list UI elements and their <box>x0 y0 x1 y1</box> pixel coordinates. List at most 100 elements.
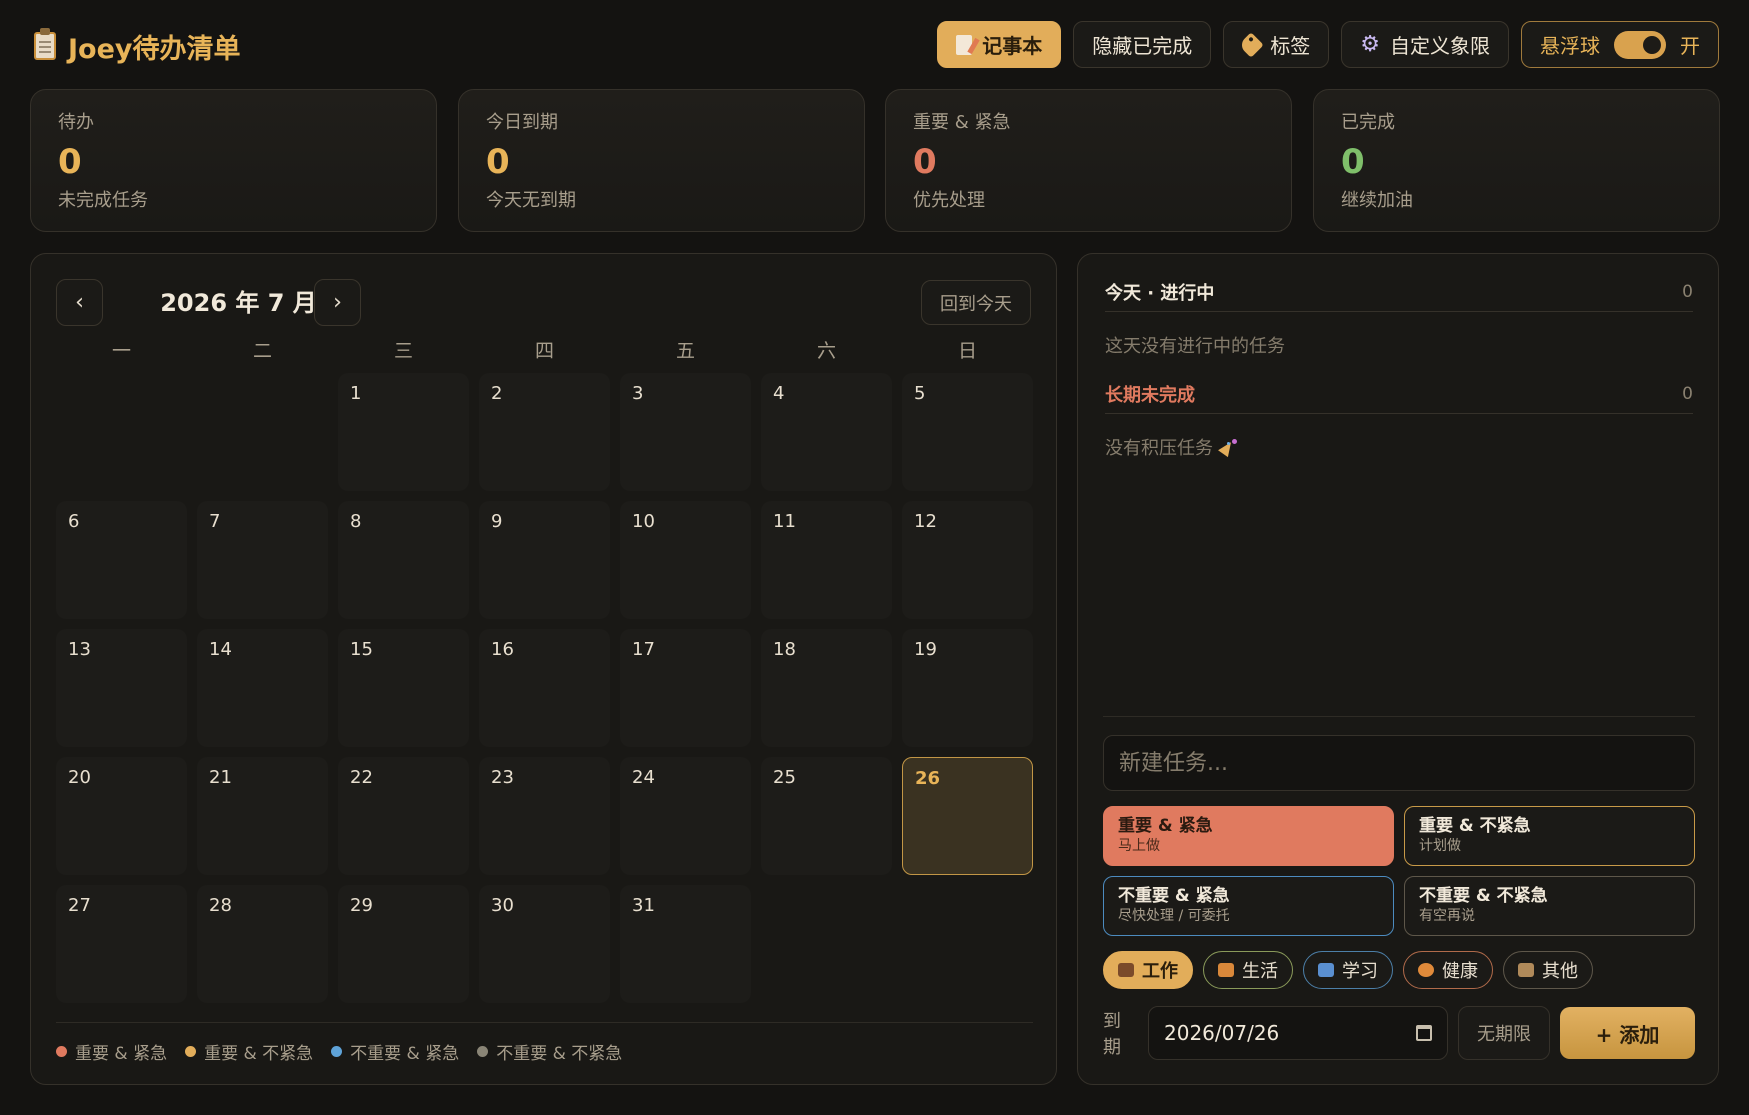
stat-label: 今日到期 <box>486 112 558 133</box>
day-cell[interactable]: 8 <box>338 501 469 619</box>
category-life[interactable]: 生活 <box>1203 951 1293 989</box>
new-task-input[interactable] <box>1103 735 1695 791</box>
day-cell[interactable]: 11 <box>761 501 892 619</box>
category-health[interactable]: 健康 <box>1403 951 1493 989</box>
day-cell[interactable]: 15 <box>338 629 469 747</box>
day-cell[interactable]: 28 <box>197 885 328 1003</box>
party-popper-icon <box>1221 439 1237 455</box>
running-icon <box>1418 963 1434 977</box>
day-cell[interactable]: 29 <box>338 885 469 1003</box>
day-cell[interactable]: 23 <box>479 757 610 875</box>
day-cell[interactable]: 12 <box>902 501 1033 619</box>
toggle-switch[interactable] <box>1614 30 1666 59</box>
day-cell[interactable]: 30 <box>479 885 610 1003</box>
due-date-input[interactable]: 2026/07/26 <box>1148 1006 1448 1060</box>
day-cell[interactable]: 21 <box>197 757 328 875</box>
day-cell[interactable]: 17 <box>620 629 751 747</box>
day-number: 27 <box>68 895 91 916</box>
quadrant-selector: 重要 & 紧急 马上做 重要 & 不紧急 计划做 不重要 & 紧急 尽快处理 /… <box>1103 806 1695 936</box>
stat-sub: 未完成任务 <box>58 190 148 211</box>
day-cell[interactable]: 1 <box>338 373 469 491</box>
calendar-icon[interactable] <box>1416 1025 1432 1041</box>
day-cell[interactable]: 6 <box>56 501 187 619</box>
day-cell[interactable]: 14 <box>197 629 328 747</box>
toggle-knob <box>1643 35 1661 54</box>
day-cell[interactable]: 22 <box>338 757 469 875</box>
quadrant-sub: 有空再说 <box>1419 908 1475 924</box>
category-other[interactable]: 其他 <box>1503 951 1593 989</box>
tag-icon <box>1238 31 1264 58</box>
day-number: 30 <box>491 895 514 916</box>
category-label: 其他 <box>1542 961 1578 982</box>
category-label: 学习 <box>1342 961 1378 982</box>
day-cell[interactable]: 31 <box>620 885 751 1003</box>
backlog-empty-message: 没有积压任务 <box>1105 434 1237 460</box>
quadrant-important-urgent[interactable]: 重要 & 紧急 马上做 <box>1103 806 1394 866</box>
task-panel: 今天 · 进行中 0 这天没有进行中的任务 长期未完成 0 没有积压任务 重要 … <box>1077 253 1719 1085</box>
gear-icon: ⚙ <box>1360 31 1380 57</box>
prev-month-button[interactable]: ‹ <box>56 279 103 326</box>
day-number: 6 <box>68 511 80 532</box>
day-cell[interactable]: 9 <box>479 501 610 619</box>
day-cell[interactable]: 19 <box>902 629 1033 747</box>
day-number: 24 <box>632 767 655 788</box>
quadrant-important-not-urgent[interactable]: 重要 & 不紧急 计划做 <box>1404 806 1695 866</box>
quadrant-sub: 马上做 <box>1118 838 1160 854</box>
stat-value: 0 <box>486 142 510 182</box>
day-cell[interactable]: 10 <box>620 501 751 619</box>
day-cell[interactable]: 3 <box>620 373 751 491</box>
today-empty-message: 这天没有进行中的任务 <box>1105 332 1285 358</box>
day-cell[interactable]: 13 <box>56 629 187 747</box>
weekday-header: 一二三四五六日 <box>56 336 1033 366</box>
add-task-button[interactable]: + 添加 <box>1560 1007 1695 1059</box>
stat-sub: 优先处理 <box>913 190 985 211</box>
no-limit-button[interactable]: 无期限 <box>1458 1006 1550 1060</box>
day-cell[interactable]: 5 <box>902 373 1033 491</box>
quadrant-not-important-urgent[interactable]: 不重要 & 紧急 尽快处理 / 可委托 <box>1103 876 1394 936</box>
day-number: 13 <box>68 639 91 660</box>
stat-label: 重要 & 紧急 <box>913 112 1011 133</box>
quadrant-title: 重要 & 紧急 <box>1118 816 1213 836</box>
due-row: 到期 2026/07/26 无期限 + 添加 <box>1103 1006 1695 1060</box>
day-cell[interactable]: 20 <box>56 757 187 875</box>
legend-dot <box>331 1046 343 1057</box>
briefcase-icon <box>1118 963 1134 977</box>
day-cell[interactable]: 18 <box>761 629 892 747</box>
category-work[interactable]: 工作 <box>1103 951 1193 989</box>
legend-dot <box>477 1046 489 1057</box>
day-cell[interactable]: 16 <box>479 629 610 747</box>
day-number: 5 <box>914 383 926 404</box>
stat-value: 0 <box>58 142 82 182</box>
custom-quadrant-label: 自定义象限 <box>1390 34 1490 58</box>
custom-quadrant-button[interactable]: ⚙ 自定义象限 <box>1341 21 1509 68</box>
quadrant-sub: 尽快处理 / 可委托 <box>1118 908 1230 924</box>
category-study[interactable]: 学习 <box>1303 951 1393 989</box>
quadrant-title: 不重要 & 紧急 <box>1118 886 1230 906</box>
day-number: 4 <box>773 383 785 404</box>
day-cell[interactable]: 7 <box>197 501 328 619</box>
today-section-header: 今天 · 进行中 0 <box>1105 272 1693 312</box>
day-cell[interactable]: 2 <box>479 373 610 491</box>
hide-completed-button[interactable]: 隐藏已完成 <box>1073 21 1212 68</box>
today-section-count: 0 <box>1682 281 1693 302</box>
notebook-button[interactable]: 记事本 <box>937 21 1062 68</box>
legend-label: 不重要 & 紧急 <box>350 1044 460 1064</box>
day-number: 17 <box>632 639 655 660</box>
day-cell-today[interactable]: 26 <box>902 757 1033 875</box>
float-ball-toggle[interactable]: 悬浮球 开 <box>1521 21 1719 68</box>
day-cell[interactable]: 4 <box>761 373 892 491</box>
tags-button[interactable]: 标签 <box>1223 21 1330 68</box>
day-cell[interactable]: 27 <box>56 885 187 1003</box>
day-number: 9 <box>491 511 503 532</box>
day-number: 10 <box>632 511 655 532</box>
legend-label: 重要 & 紧急 <box>75 1044 168 1064</box>
weekday-label: 六 <box>816 340 836 362</box>
day-cell[interactable]: 25 <box>761 757 892 875</box>
next-month-button[interactable]: › <box>314 279 361 326</box>
back-to-today-button[interactable]: 回到今天 <box>921 280 1031 325</box>
quadrant-not-important-not-urgent[interactable]: 不重要 & 不紧急 有空再说 <box>1404 876 1695 936</box>
day-cell[interactable]: 24 <box>620 757 751 875</box>
empty-cell <box>197 373 328 491</box>
float-ball-label: 悬浮球 <box>1540 34 1600 58</box>
app-title: Joey待办清单 <box>34 26 241 66</box>
